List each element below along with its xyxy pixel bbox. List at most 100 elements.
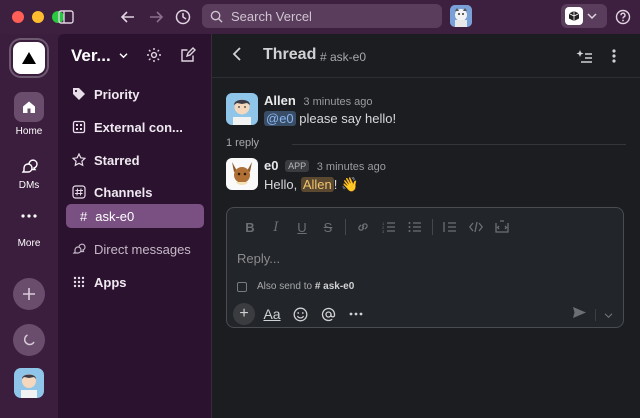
send-icon[interactable]	[572, 306, 587, 324]
send-controls	[572, 306, 613, 324]
svg-text:3: 3	[382, 229, 385, 233]
italic-icon[interactable]: I	[263, 218, 289, 236]
chevron-down-icon[interactable]	[604, 306, 613, 324]
hash-icon: #	[80, 208, 88, 224]
sidebar-item-label: Starred	[94, 152, 140, 168]
also-send-option[interactable]: Also send to # ask-e0	[237, 281, 354, 292]
mention-at-icon[interactable]	[317, 303, 339, 325]
also-send-checkbox[interactable]	[237, 281, 247, 292]
rail-home[interactable]: Home	[0, 92, 58, 137]
message-body: please say hello!	[295, 111, 397, 126]
also-send-prefix: Also send to	[257, 281, 313, 292]
reply-composer: B I U S 123 Reply... Also send to # ask-…	[226, 207, 624, 328]
composer-tools: + Aa	[233, 303, 367, 325]
back-chevron-icon[interactable]	[230, 46, 244, 67]
back-arrow-icon[interactable]	[118, 7, 138, 27]
settings-gear-icon[interactable]	[146, 47, 162, 68]
building-icon	[72, 120, 86, 134]
moon-icon	[13, 324, 45, 356]
sidebar-item-label: Priority	[94, 86, 140, 102]
rail-home-label: Home	[15, 126, 43, 137]
close-window-button[interactable]	[12, 11, 24, 23]
forward-arrow-icon[interactable]	[146, 7, 166, 27]
more-vertical-icon[interactable]	[604, 46, 624, 66]
message-time[interactable]: 3 minutes ago	[303, 96, 372, 108]
home-icon	[14, 92, 44, 122]
ordered-list-icon[interactable]: 123	[376, 218, 402, 236]
also-send-label: Also send to # ask-e0	[257, 281, 354, 292]
history-clock-icon[interactable]	[173, 7, 193, 27]
avatar[interactable]	[226, 93, 258, 125]
author-name[interactable]: e0	[264, 158, 278, 173]
compose-icon[interactable]	[180, 47, 196, 68]
bullet-list-icon[interactable]	[402, 218, 428, 236]
sidebar-item-label: ask-e0	[95, 208, 135, 224]
workspace-avatar[interactable]	[450, 5, 472, 27]
message-author[interactable]: Allen 3 minutes ago	[264, 93, 373, 108]
vercel-logo-icon	[13, 42, 45, 74]
channel-sidebar: Ver... Priority External con... Starred …	[58, 34, 212, 418]
star-icon	[72, 153, 86, 167]
workspace-name-button[interactable]: Ver...	[71, 46, 128, 66]
underline-icon[interactable]: U	[289, 218, 315, 236]
more-actions-icon[interactable]	[345, 303, 367, 325]
strikethrough-icon[interactable]: S	[315, 218, 341, 236]
sidebar-item-ask-e0[interactable]: # ask-e0	[66, 204, 204, 228]
hash-icon	[72, 185, 86, 199]
emoji-icon[interactable]	[289, 303, 311, 325]
link-icon[interactable]	[350, 218, 376, 236]
mention[interactable]: @e0	[264, 111, 296, 126]
sidebar-item-label: Apps	[94, 274, 127, 290]
sidebar-item-priority[interactable]: Priority	[66, 82, 204, 106]
message-text: Hello, Allen! 👋	[264, 176, 358, 193]
sidebar-item-channels[interactable]: Channels	[66, 180, 204, 204]
thread-channel-link[interactable]: # ask-e0	[320, 50, 366, 64]
sidebar-item-starred[interactable]: Starred	[66, 148, 204, 172]
sidebar-item-label: Direct messages	[94, 241, 191, 257]
sidebar-item-label: Channels	[94, 184, 153, 200]
search-bar[interactable]: Search Vercel	[202, 4, 442, 28]
rail-dms[interactable]: DMs	[0, 158, 58, 191]
workspace-switcher-button[interactable]	[561, 4, 607, 28]
send-divider	[595, 309, 596, 321]
rail-more[interactable]: More	[0, 210, 58, 249]
chevron-down-icon	[587, 13, 597, 20]
code-block-icon[interactable]	[489, 218, 515, 236]
minimize-window-button[interactable]	[32, 11, 44, 23]
plus-icon	[13, 278, 45, 310]
user-avatar	[14, 368, 44, 398]
rail-more-label: More	[17, 238, 41, 249]
blockquote-icon[interactable]	[437, 218, 463, 236]
help-icon[interactable]	[613, 7, 633, 27]
message-time[interactable]: 3 minutes ago	[317, 161, 386, 173]
author-name[interactable]: Allen	[264, 93, 296, 108]
code-icon[interactable]	[463, 218, 489, 236]
rail-dms-label: DMs	[18, 180, 40, 191]
sidebar-item-external-connections[interactable]: External con...	[66, 115, 204, 139]
thread-title: Thread	[263, 46, 317, 63]
bold-icon[interactable]: B	[237, 218, 263, 236]
search-placeholder: Search Vercel	[231, 8, 312, 24]
reply-input[interactable]: Reply...	[237, 251, 280, 266]
attach-plus-icon[interactable]: +	[233, 303, 255, 325]
reply-count: 1 reply	[226, 137, 260, 149]
chevron-down-icon	[119, 53, 128, 59]
mention[interactable]: Allen	[300, 177, 334, 192]
sidebar-toggle-icon[interactable]	[56, 7, 76, 27]
sidebar-item-direct-messages[interactable]: Direct messages	[66, 237, 204, 261]
avatar[interactable]	[226, 158, 258, 190]
thread-header: Thread # ask-e0	[212, 34, 640, 78]
message-author[interactable]: e0 APP 3 minutes ago	[264, 158, 386, 173]
reply-divider	[292, 144, 626, 145]
sparkle-list-icon[interactable]	[574, 46, 594, 66]
sidebar-item-apps[interactable]: Apps	[66, 270, 204, 294]
rail-add-workspace[interactable]	[0, 278, 58, 310]
format-toggle-button[interactable]: Aa	[261, 303, 283, 325]
workspace-tile[interactable]	[0, 42, 58, 74]
rail-user-avatar[interactable]	[0, 368, 58, 398]
message-body: !	[333, 177, 342, 192]
dm-bubbles-icon	[21, 159, 38, 173]
box-logo-icon	[565, 7, 583, 25]
dm-icon	[72, 242, 86, 256]
rail-dnd[interactable]	[0, 324, 58, 356]
